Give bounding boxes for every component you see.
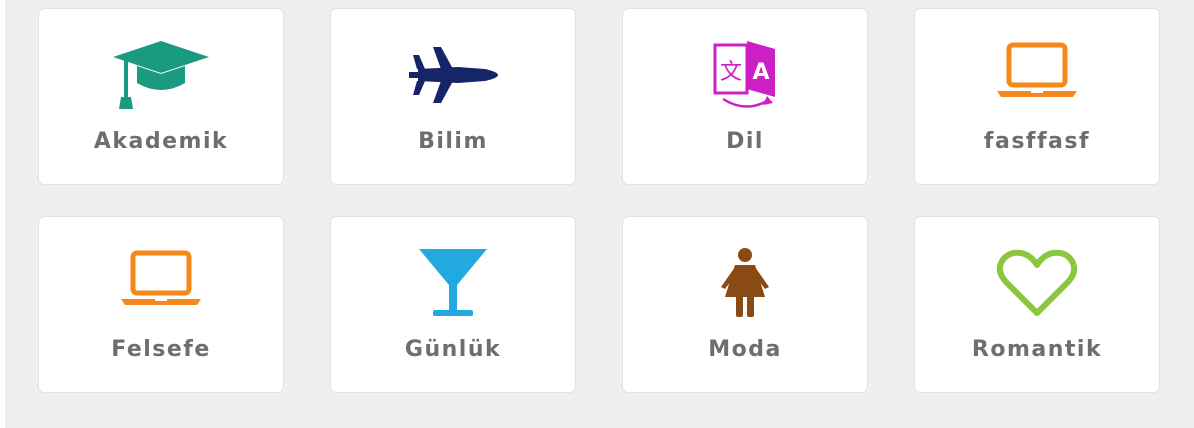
- category-card-felsefe[interactable]: Felsefe: [38, 216, 284, 393]
- heart-icon: [987, 247, 1087, 319]
- category-label: Bilim: [418, 129, 488, 154]
- category-card-akademik[interactable]: Akademik: [38, 8, 284, 185]
- category-label: Dil: [726, 129, 764, 154]
- category-grid: Akademik Bilim 文 A Dil fasffasf Felsefe …: [38, 8, 1160, 393]
- category-label: Günlük: [404, 337, 502, 362]
- category-card-romantik[interactable]: Romantik: [914, 216, 1160, 393]
- category-card-bilim[interactable]: Bilim: [330, 8, 576, 185]
- cocktail-glass-icon: [403, 247, 503, 319]
- laptop-icon: [111, 247, 211, 319]
- female-figure-icon: [695, 247, 795, 319]
- category-label: Felsefe: [111, 337, 211, 362]
- category-panel: Akademik Bilim 文 A Dil fasffasf Felsefe …: [5, 0, 1194, 428]
- category-card-moda[interactable]: Moda: [622, 216, 868, 393]
- category-label: Romantik: [971, 337, 1103, 362]
- category-label: Akademik: [93, 129, 229, 154]
- category-label: Moda: [708, 337, 782, 362]
- svg-text:A: A: [752, 60, 769, 85]
- category-card-gunluk[interactable]: Günlük: [330, 216, 576, 393]
- laptop-icon: [987, 39, 1087, 111]
- category-card-fasffasf[interactable]: fasffasf: [914, 8, 1160, 185]
- category-label: fasffasf: [983, 129, 1091, 154]
- fighter-jet-icon: [403, 39, 503, 111]
- category-card-dil[interactable]: 文 A Dil: [622, 8, 868, 185]
- graduation-cap-icon: [111, 39, 211, 111]
- svg-text:文: 文: [720, 60, 742, 85]
- translate-icon: 文 A: [695, 39, 795, 111]
